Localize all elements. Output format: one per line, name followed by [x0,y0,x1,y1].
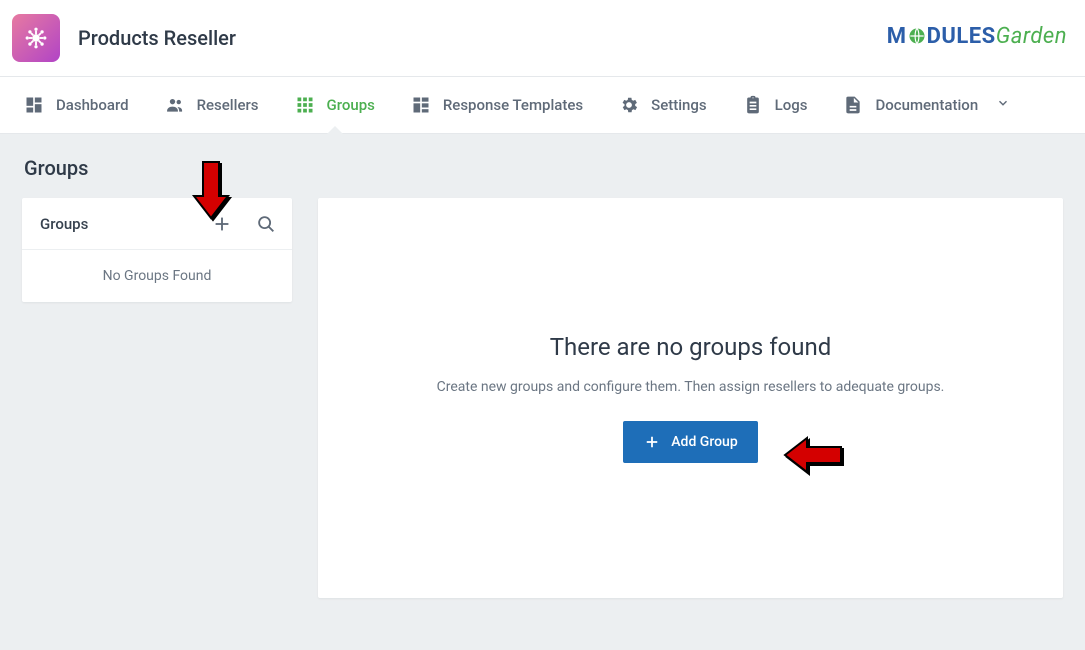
groups-side-card: Groups No Groups Found [22,198,292,302]
nav-groups[interactable]: Groups [277,77,393,133]
nav-label: Groups [327,96,375,114]
brand-left: Products Reseller [12,14,236,62]
page-body: Groups Groups No Groups Found There are [0,134,1085,620]
add-group-button[interactable]: Add Group [623,421,757,463]
document-icon [843,95,863,115]
app-logo [12,14,60,62]
nav-label: Settings [651,96,707,114]
empty-subtitle: Create new groups and configure them. Th… [437,379,945,395]
nav-label: Dashboard [56,96,129,114]
annotation-arrow-down-icon [190,160,232,220]
nav-documentation[interactable]: Documentation [825,77,1028,133]
nav-logs[interactable]: Logs [725,77,826,133]
side-card-header: Groups [22,198,292,250]
nav-label: Documentation [875,96,978,114]
empty-title: There are no groups found [437,333,945,361]
nav-label: Resellers [197,96,259,114]
plus-icon [643,433,661,451]
clipboard-icon [743,95,763,115]
brand-part1: M [887,24,907,49]
dashboard-icon [24,95,44,115]
side-card-title: Groups [40,215,88,233]
brand-logo: M DULESGarden [887,24,1067,52]
header-bar: Products Reseller M DULESGarden [0,0,1085,76]
chevron-down-icon [996,96,1010,114]
nav-label: Response Templates [443,96,583,114]
nav-response-templates[interactable]: Response Templates [393,77,601,133]
brand-part2: DULES [927,24,996,49]
empty-state: There are no groups found Create new gro… [407,293,975,503]
brand-part3: Garden [996,24,1067,49]
gear-icon [619,95,639,115]
people-icon [165,95,185,115]
grid-icon [295,95,315,115]
nav-resellers[interactable]: Resellers [147,77,277,133]
add-group-button-label: Add Group [671,434,737,450]
template-icon [411,95,431,115]
search-icon [255,213,277,235]
page-title: Groups [24,156,1063,180]
annotation-arrow-left-icon [783,434,843,476]
nav-dashboard[interactable]: Dashboard [6,77,147,133]
groups-main-card: There are no groups found Create new gro… [318,198,1063,598]
nav-label: Logs [775,96,808,114]
search-icon-button[interactable] [252,210,280,238]
side-card-empty: No Groups Found [22,250,292,302]
main-nav: Dashboard Resellers Groups Response Temp… [0,76,1085,134]
globe-icon [907,26,927,52]
app-title: Products Reseller [78,26,236,50]
nav-settings[interactable]: Settings [601,77,725,133]
content-row: Groups No Groups Found There are no grou… [22,198,1063,598]
gear-network-icon [22,24,50,52]
